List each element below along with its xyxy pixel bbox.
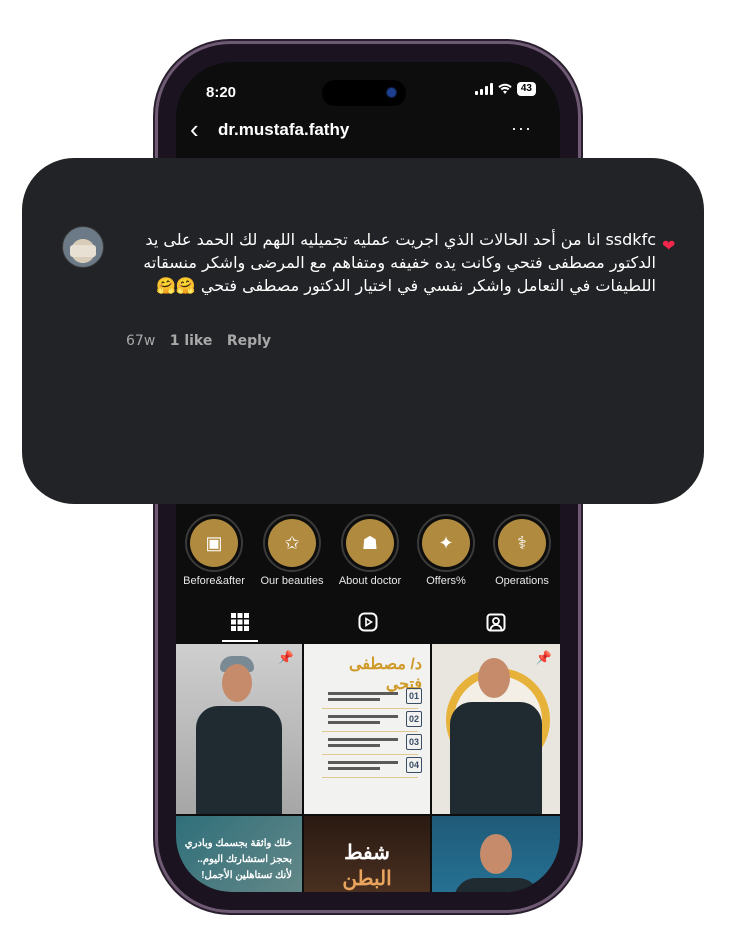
highlight-label: Operations (495, 575, 549, 587)
post-caption-text: خلك واثقة بجسمك وبادري بحجز استشارتك الي… (184, 838, 292, 881)
highlight-our-beauties[interactable]: ✩ Our beauties (254, 514, 330, 587)
post-subtitle: البطن (342, 868, 392, 890)
avatar[interactable] (62, 226, 104, 268)
tagged-icon (486, 613, 506, 632)
post-thumbnail[interactable] (432, 816, 560, 892)
highlight-offers[interactable]: ✦ Offers% (408, 514, 484, 587)
heart-icon[interactable]: ❤ (662, 236, 675, 256)
pin-icon: 📌 (277, 650, 294, 665)
post-thumbnail[interactable]: شفط البطن (304, 816, 430, 892)
wifi-icon (498, 83, 512, 95)
post-list: 01 02 03 04 (322, 686, 422, 778)
status-bar: 8:20 43 (176, 62, 560, 114)
back-icon[interactable]: ‹ (190, 116, 199, 142)
post-thumbnail[interactable]: 📌 (432, 644, 560, 814)
post-thumbnail[interactable]: 📌 (176, 644, 302, 814)
photo-collage-icon: ▣ (190, 519, 238, 567)
pin-icon: 📌 (535, 650, 552, 665)
active-tab-indicator (222, 640, 258, 642)
story-highlights: ▣ Before&after ✩ Our beauties ☗ About do… (176, 514, 560, 594)
tab-reels[interactable] (304, 602, 432, 642)
signal-icon (474, 83, 493, 95)
comment-text: ssdkfc انا من أحد الحالات الذي اجريت عمل… (143, 230, 656, 295)
camera-dot (387, 88, 396, 97)
comment-popup: ssdkfc انا من أحد الحالات الذي اجريت عمل… (22, 158, 704, 504)
post-thumbnail[interactable]: خلك واثقة بجسمك وبادري بحجز استشارتك الي… (176, 816, 302, 892)
post-thumbnail[interactable]: د/ مصطفى فتحي 01 02 03 04 (304, 644, 430, 814)
highlight-before-after[interactable]: ▣ Before&after (176, 514, 252, 587)
post-title: شفط (344, 842, 390, 864)
tab-grid[interactable] (176, 602, 304, 642)
status-time: 8:20 (206, 84, 237, 101)
highlight-operations[interactable]: ⚕ Operations (484, 514, 560, 587)
more-options-icon[interactable]: ··· (511, 118, 532, 139)
tab-tagged[interactable] (432, 602, 560, 642)
reply-button[interactable]: Reply (227, 333, 271, 349)
comment-meta: 67w 1 like Reply (126, 333, 281, 349)
highlight-label: Our beauties (260, 575, 324, 587)
car-icon (70, 245, 96, 257)
profile-header: ‹ dr.mustafa.fathy ··· (176, 114, 560, 150)
surgery-bed-icon: ⚕ (498, 519, 546, 567)
dynamic-island (322, 80, 406, 106)
highlight-about-doctor[interactable]: ☗ About doctor (332, 514, 408, 587)
highlight-label: Offers% (426, 575, 466, 587)
comment-age: 67w (126, 333, 156, 349)
comment-likes[interactable]: 1 like (170, 333, 213, 349)
gift-icon: ✦ (422, 519, 470, 567)
reels-icon (358, 612, 378, 632)
highlight-label: Before&after (183, 575, 245, 587)
posts-grid: 📌 د/ مصطفى فتحي 01 02 03 04 📌 خلك واثقة … (176, 644, 560, 892)
doctor-icon: ☗ (346, 519, 394, 567)
stars-icon: ✩ (268, 519, 316, 567)
system-icons: 43 (474, 82, 536, 96)
profile-tabs (176, 602, 560, 642)
highlight-label: About doctor (338, 575, 402, 587)
battery-indicator: 43 (516, 82, 536, 96)
grid-icon (231, 613, 249, 631)
profile-username: dr.mustafa.fathy (218, 120, 350, 139)
